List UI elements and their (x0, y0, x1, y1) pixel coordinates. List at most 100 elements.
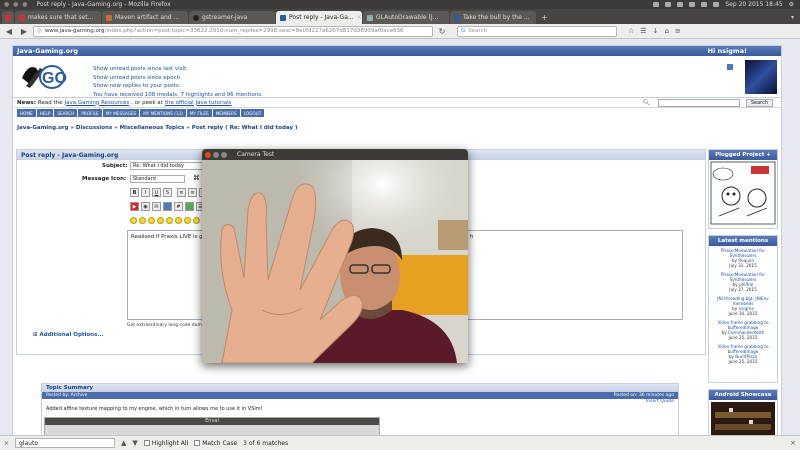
pinned-tab-gmail[interactable] (2, 11, 14, 24)
menu-messages[interactable]: MY MESSAGES (102, 109, 140, 117)
camera-test-window[interactable]: Camera Test (202, 149, 468, 363)
window-controls[interactable]: ● ● ● (4, 1, 29, 8)
network-icon[interactable] (665, 2, 672, 7)
forum-search-button[interactable]: Search (745, 98, 773, 107)
mention-title[interactable]: Video frame grabbing to bufferedImage (709, 344, 777, 354)
find-next-button[interactable]: ▼ (132, 439, 137, 447)
globe-button[interactable] (163, 202, 172, 211)
minimize-window-button[interactable] (213, 151, 219, 158)
menu-search[interactable]: SEARCH (54, 109, 78, 117)
smiley-icon[interactable] (193, 217, 200, 224)
showcase-image[interactable] (709, 400, 777, 435)
site-name[interactable]: Java-Gaming.org (17, 47, 78, 55)
svg-text:GO: GO (42, 70, 67, 87)
comic-image[interactable] (709, 160, 777, 226)
news-link-resources[interactable]: Java Gaming Resources (65, 100, 130, 106)
menu-logout[interactable]: LOGOUT (240, 109, 265, 117)
download-icon[interactable]: ↓ (653, 27, 659, 35)
battery-icon[interactable] (701, 2, 708, 7)
close-find-icon[interactable]: × (4, 440, 9, 447)
back-button[interactable]: ◀ (3, 26, 15, 37)
smiley-icon[interactable] (148, 217, 155, 224)
code-button[interactable]: # (174, 202, 183, 211)
mention-title[interactable]: Phase Modulation for Synthesizers (709, 248, 777, 258)
mention-item[interactable]: Video frame grabbing to bufferedImage by… (709, 318, 777, 342)
keyboard-icon[interactable] (677, 2, 684, 7)
highlight-all-checkbox[interactable]: Highlight All (143, 439, 189, 447)
tab-4[interactable]: GLAutoDrawable (J... (363, 11, 449, 24)
close-window-button[interactable] (205, 151, 211, 158)
italic-button[interactable]: I (141, 188, 150, 197)
forum-search-input[interactable] (657, 98, 740, 107)
plugged-project-title[interactable]: Plugged Project + (709, 150, 777, 160)
strike-button[interactable]: S (163, 188, 172, 197)
align-left-button[interactable]: ≡ (177, 188, 186, 197)
link-button[interactable]: ✉ (152, 202, 161, 211)
tab-2[interactable]: gstreamer-java (189, 11, 275, 24)
tab-list-button[interactable]: ▾ (791, 11, 800, 24)
mention-title[interactable]: Video frame grabbing to bufferedImage (709, 320, 777, 330)
volume-icon[interactable] (713, 2, 720, 7)
search-input[interactable]: G Search (457, 25, 617, 37)
menu-home[interactable]: HOME (17, 109, 36, 117)
menu-profile[interactable]: PROFILE (78, 109, 102, 117)
forward-button[interactable]: ▶ (18, 26, 30, 37)
tab-3[interactable]: Post reply - Java-Ga... × (276, 11, 362, 24)
tab-0[interactable]: makes sure that set... (15, 11, 101, 24)
menu-help[interactable]: HELP (36, 109, 54, 117)
highlight-all-label: Highlight All (151, 439, 189, 447)
clock[interactable]: Sep 20 2015 18:45 (725, 1, 782, 8)
tab-5[interactable]: Take the bull by the ... (450, 11, 536, 24)
gear-icon[interactable]: ⚙ (789, 1, 794, 8)
camera-window-titlebar[interactable]: Camera Test (202, 149, 468, 160)
smiley-icon[interactable] (184, 217, 191, 224)
new-replies-link[interactable]: Show new replies to your posts. (93, 82, 263, 91)
quote-button[interactable] (185, 202, 194, 211)
bookmarks-icon[interactable]: ☰ (640, 27, 646, 35)
rss-icon[interactable] (727, 64, 733, 70)
new-tab-button[interactable]: + (537, 11, 552, 24)
unread-epoch-link[interactable]: Show unread posts since epoch. (93, 74, 263, 83)
dropbox-icon[interactable] (653, 2, 660, 7)
mention-title[interactable]: JNI threading bgt, JNIEnv membeds (709, 296, 777, 306)
bookmark-star-icon[interactable]: ☆ (628, 27, 634, 35)
bluetooth-icon[interactable] (689, 2, 696, 7)
smiley-icon[interactable] (175, 217, 182, 224)
mention-item[interactable]: Phase Modulation for Synthesizers by Roq… (709, 246, 777, 270)
additional-options-link[interactable]: ⊞ Additional Options... (33, 332, 104, 338)
smiley-icon[interactable] (157, 217, 164, 224)
mention-title[interactable]: Phase Modulation for Synthesizers (709, 272, 777, 282)
smiley-icon[interactable] (139, 217, 146, 224)
medals-link[interactable]: You have received 108 medals. 7 highligh… (93, 91, 263, 100)
news-link-tutorials[interactable]: the official Java tutorials (165, 100, 232, 106)
mention-item[interactable]: Video frame grabbing to bufferedImage by… (709, 342, 777, 366)
mention-item[interactable]: JNI threading bgt, JNIEnv membeds by nsi… (709, 294, 777, 318)
home-icon[interactable]: ⌂ (664, 27, 668, 35)
find-close-button[interactable]: × (790, 439, 796, 447)
maximize-window-button[interactable] (221, 151, 227, 158)
match-case-checkbox[interactable]: Match Case (194, 440, 237, 447)
align-center-button[interactable]: ≡ (188, 188, 197, 197)
menu-icon[interactable]: ≡ (675, 27, 681, 35)
bold-button[interactable]: B (130, 188, 139, 197)
breadcrumb[interactable]: Java-Gaming.org » Discussions » Miscella… (13, 117, 781, 131)
find-input[interactable]: glauto (15, 438, 116, 448)
unread-link[interactable]: Show unread posts since last visit. (93, 65, 263, 74)
menu-files[interactable]: MY FILES (186, 109, 212, 117)
menu-members[interactable]: MEMBERS (212, 109, 240, 117)
close-tab-icon[interactable]: × (357, 14, 362, 21)
smiley-icon[interactable] (130, 217, 137, 224)
message-icon-select[interactable]: Standard (130, 175, 185, 183)
image-button[interactable]: ◉ (141, 202, 150, 211)
message-icon-preview: ⌘ (193, 174, 200, 182)
url-bar[interactable]: ◎ www.java-gaming.org/index.php?action=p… (33, 25, 433, 37)
reload-button[interactable]: ↻ (436, 26, 448, 37)
menu-mentions[interactable]: MY MENTIONS (13) (140, 109, 186, 117)
tab-1[interactable]: Maven artifact and ... (102, 11, 188, 24)
underline-button[interactable]: U (152, 188, 161, 197)
find-previous-button[interactable]: ▲ (121, 439, 126, 447)
smiley-icon[interactable] (166, 217, 173, 224)
youtube-button[interactable]: ▶ (130, 202, 139, 211)
jgo-logo[interactable]: GO (13, 56, 93, 96)
mention-item[interactable]: Phase Modulation for Synthesizers by phi… (709, 270, 777, 294)
